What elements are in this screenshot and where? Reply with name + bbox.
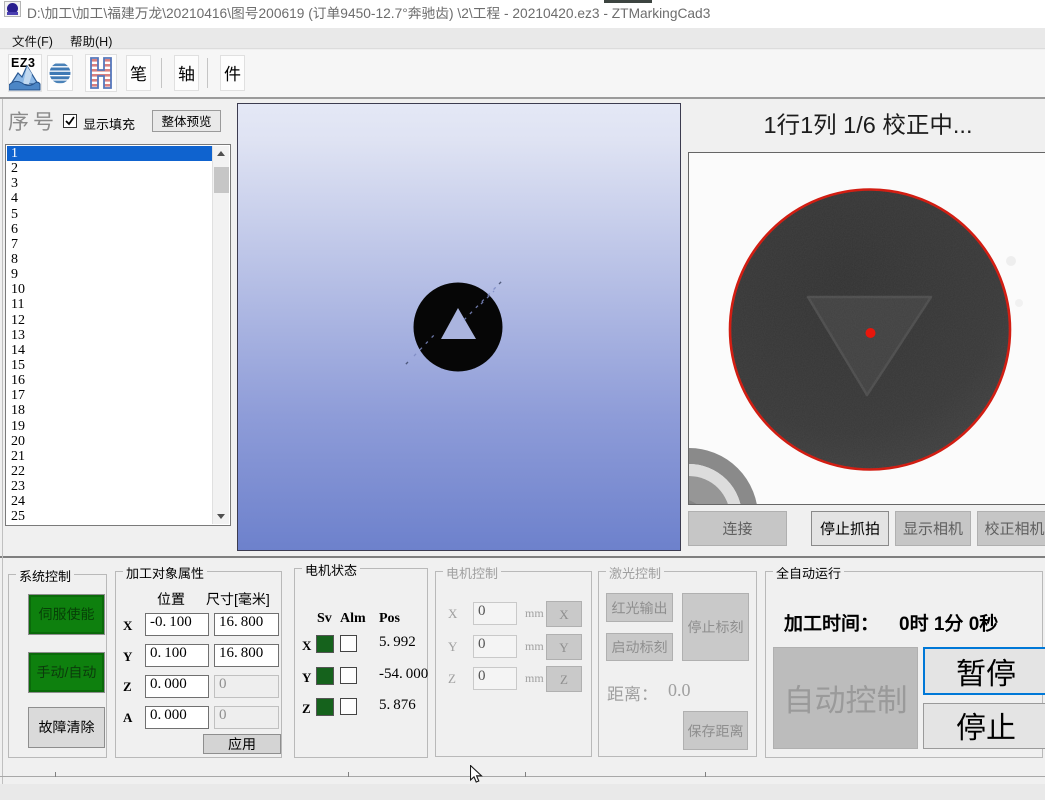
svg-text:EZ3: EZ3 [11, 56, 35, 70]
